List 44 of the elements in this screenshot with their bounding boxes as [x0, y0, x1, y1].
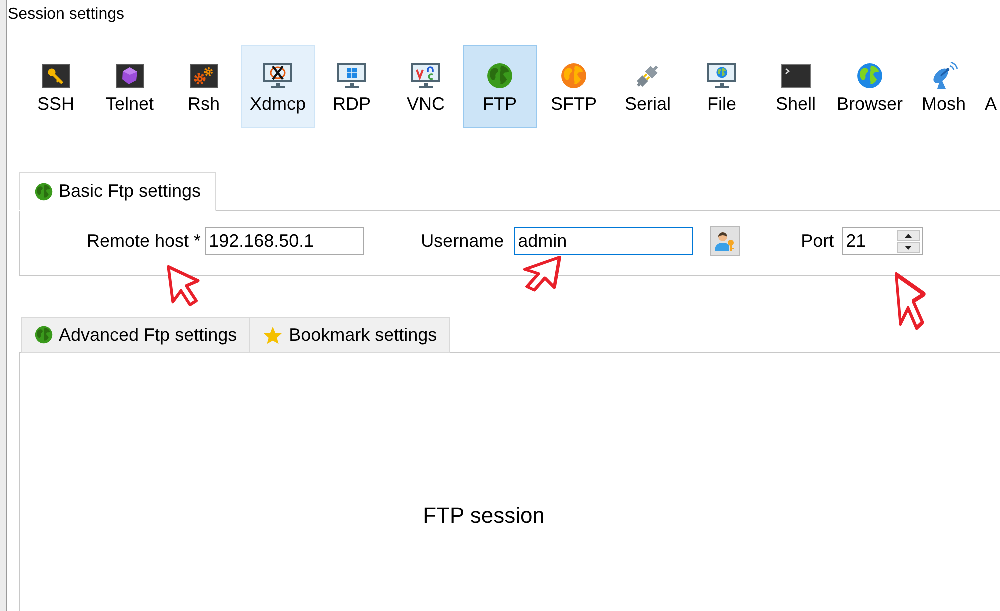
session-type-button[interactable]: File [685, 45, 759, 128]
tab[interactable]: Bookmark settings [249, 317, 450, 353]
session-type-button[interactable]: SFTP [537, 45, 611, 128]
monitor-icon [263, 62, 293, 88]
session-type-button[interactable]: VNC [389, 45, 463, 128]
star-icon [263, 326, 284, 344]
globe-icon [35, 326, 53, 344]
terminal-icon [781, 64, 811, 88]
session-type-button[interactable]: Xdmcp [241, 45, 315, 128]
monitor-icon [337, 62, 367, 88]
input-field[interactable]: 192.168.50.1 [205, 227, 364, 255]
spin-down-button[interactable] [897, 242, 920, 253]
session-type-button[interactable]: FTP [463, 45, 537, 128]
session-type-button[interactable]: Mosh [907, 45, 981, 128]
user-credentials-button[interactable] [710, 226, 740, 256]
up-triangle-icon [905, 234, 912, 238]
session-type-button[interactable]: A [981, 45, 1000, 128]
session-type-button[interactable]: RDP [315, 45, 389, 128]
tab[interactable]: Basic Ftp settings [19, 172, 216, 211]
session-type-button[interactable]: Browser [833, 45, 907, 128]
user-key-icon [714, 230, 736, 252]
session-type-button[interactable]: Shell [759, 45, 833, 128]
globe-icon [857, 62, 883, 88]
session-type-button[interactable]: Serial [611, 45, 685, 128]
session-type-button[interactable]: Telnet [93, 45, 167, 128]
globe-icon [35, 182, 53, 200]
down-triangle-icon [905, 246, 912, 250]
session-type-button[interactable]: SSH [19, 45, 93, 128]
session-type-button[interactable]: Rsh [167, 45, 241, 128]
field-label: Username [421, 230, 504, 252]
gears-icon [190, 64, 218, 88]
field-label: Port [801, 230, 834, 252]
input-field[interactable]: admin [514, 227, 694, 255]
key-icon [42, 64, 70, 88]
globe-icon [561, 62, 587, 88]
tab[interactable]: Advanced Ftp settings [21, 317, 250, 353]
globe-icon [487, 62, 513, 88]
session-description: FTP session [423, 502, 545, 530]
spin-up-button[interactable] [897, 230, 920, 241]
field-label: Remote host * [87, 230, 202, 252]
gem-icon [116, 64, 144, 88]
monitor-icon [411, 62, 441, 88]
monitor-icon [707, 62, 737, 88]
window-title: Session settings [7, 5, 125, 25]
